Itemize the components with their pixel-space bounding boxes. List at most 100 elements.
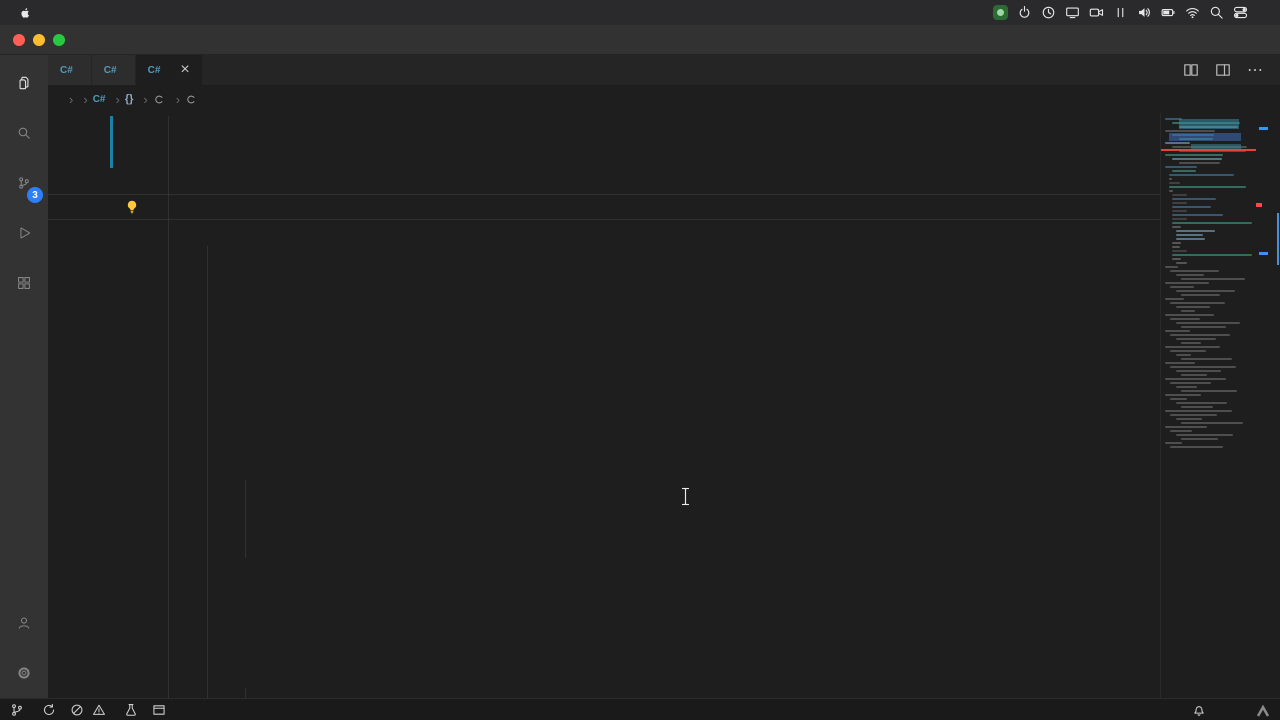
wifi-icon[interactable] bbox=[1180, 0, 1204, 25]
code-row[interactable] bbox=[48, 454, 1280, 480]
code-row[interactable] bbox=[48, 480, 1280, 506]
udemy-watermark bbox=[1256, 704, 1274, 718]
indent-guide bbox=[168, 506, 169, 532]
tab-pagedlist-cs[interactable]: C# bbox=[48, 55, 92, 85]
spotlight-icon[interactable] bbox=[1204, 0, 1228, 25]
csharp-file-icon: C# bbox=[147, 64, 161, 76]
code-row[interactable] bbox=[48, 142, 1280, 168]
warning-icon bbox=[92, 703, 106, 717]
code-line-content bbox=[168, 168, 1280, 194]
green-app-icon[interactable] bbox=[988, 0, 1012, 25]
indent-guide bbox=[168, 220, 169, 246]
overview-cursor-mark bbox=[1277, 213, 1279, 265]
activity-bar-item-search[interactable] bbox=[0, 108, 48, 158]
indent-guide bbox=[168, 246, 169, 272]
video-icon[interactable] bbox=[1084, 0, 1108, 25]
editor-layout-icon[interactable] bbox=[1215, 62, 1231, 78]
battery-icon[interactable] bbox=[1156, 0, 1180, 25]
editor-gutter bbox=[48, 246, 168, 272]
activity-bar-item-accounts[interactable] bbox=[0, 598, 48, 648]
minimap-error-marker bbox=[1161, 149, 1257, 151]
code-row[interactable] bbox=[48, 636, 1280, 662]
indent-guide bbox=[206, 610, 208, 636]
code-row[interactable] bbox=[48, 194, 1280, 220]
power-icon[interactable] bbox=[1012, 0, 1036, 25]
code-row[interactable] bbox=[48, 428, 1280, 454]
code-row[interactable] bbox=[48, 662, 1280, 688]
pause-icon[interactable] bbox=[1108, 0, 1132, 25]
breadcrumb-item[interactable]: C# bbox=[93, 94, 111, 105]
indent-guide bbox=[206, 506, 208, 532]
code-row[interactable] bbox=[48, 324, 1280, 350]
minimize-window-button[interactable] bbox=[33, 33, 45, 46]
display-icon[interactable] bbox=[1060, 0, 1084, 25]
editor-gutter bbox=[48, 558, 168, 584]
indent-guide bbox=[168, 168, 169, 194]
codelens-row[interactable] bbox=[48, 402, 1280, 428]
sync-icon bbox=[42, 703, 56, 717]
editor-gutter bbox=[48, 272, 168, 298]
control-center-icon[interactable] bbox=[1228, 0, 1252, 25]
codelens-row[interactable] bbox=[48, 168, 1280, 194]
activity-bar-item-run-debug[interactable] bbox=[0, 208, 48, 258]
more-actions-icon[interactable]: ⋯ bbox=[1247, 60, 1264, 80]
code-row[interactable] bbox=[48, 116, 1280, 142]
code-line-content bbox=[168, 194, 1280, 220]
editor-gutter bbox=[48, 688, 168, 698]
split-editor-icon[interactable] bbox=[1183, 62, 1199, 78]
code-editor[interactable] bbox=[48, 113, 1280, 698]
branch-indicator[interactable] bbox=[10, 703, 28, 717]
code-row[interactable] bbox=[48, 272, 1280, 298]
breadcrumb-item[interactable] bbox=[153, 93, 171, 106]
breadcrumb-item[interactable] bbox=[185, 93, 203, 106]
code-line-content bbox=[168, 324, 1280, 350]
code-row[interactable] bbox=[48, 376, 1280, 402]
close-window-button[interactable] bbox=[13, 33, 25, 46]
breadcrumb: › › C# › {} › › bbox=[48, 85, 1280, 113]
activity-bar-item-explorer[interactable] bbox=[0, 58, 48, 108]
test-beaker-button[interactable] bbox=[124, 703, 138, 717]
notifications-bell[interactable] bbox=[1192, 703, 1206, 717]
codelens-row[interactable] bbox=[48, 610, 1280, 636]
close-tab-icon[interactable]: × bbox=[180, 62, 189, 78]
codelens-row[interactable] bbox=[48, 298, 1280, 324]
editor-gutter bbox=[48, 298, 168, 324]
codelens-row[interactable] bbox=[48, 246, 1280, 272]
indent-guide bbox=[206, 298, 208, 324]
window-controls bbox=[13, 33, 65, 46]
lightbulb-icon[interactable] bbox=[124, 199, 140, 215]
zoom-window-button[interactable] bbox=[53, 33, 65, 46]
indent-guide bbox=[168, 610, 169, 636]
minimap-highlight bbox=[1169, 133, 1241, 141]
activity-bar-item-settings[interactable] bbox=[0, 648, 48, 698]
code-row[interactable] bbox=[48, 688, 1280, 698]
clock-icon[interactable] bbox=[1036, 0, 1060, 25]
class-symbol-icon bbox=[185, 93, 198, 106]
minimap[interactable] bbox=[1160, 113, 1257, 698]
code-row[interactable] bbox=[48, 558, 1280, 584]
activity-bar-item-extensions[interactable] bbox=[0, 258, 48, 308]
indent-guide bbox=[168, 142, 169, 168]
bell-icon bbox=[1192, 703, 1206, 717]
sync-button[interactable] bbox=[42, 703, 56, 717]
code-row[interactable] bbox=[48, 220, 1280, 246]
code-line-content bbox=[168, 298, 1280, 324]
volume-icon[interactable] bbox=[1132, 0, 1156, 25]
tab-pagingparams-cs[interactable]: C# bbox=[91, 55, 136, 85]
code-row[interactable] bbox=[48, 506, 1280, 532]
breadcrumb-separator-icon: › bbox=[115, 91, 120, 107]
activity-bar-item-source-control[interactable]: 3 bbox=[0, 158, 48, 208]
vscode-titlebar[interactable] bbox=[0, 25, 1280, 55]
breadcrumb-item[interactable]: {} bbox=[125, 93, 139, 105]
editor-gutter bbox=[48, 324, 168, 350]
overview-ruler[interactable] bbox=[1256, 113, 1280, 698]
solution-indicator[interactable] bbox=[152, 703, 170, 717]
extensions-icon bbox=[17, 276, 31, 290]
indent-guide bbox=[206, 532, 208, 558]
code-row[interactable] bbox=[48, 532, 1280, 558]
codelens-row[interactable] bbox=[48, 350, 1280, 376]
tab-list-cs[interactable]: C# × bbox=[135, 55, 203, 85]
apple-menu[interactable] bbox=[10, 6, 40, 20]
problems-indicator[interactable] bbox=[70, 703, 110, 717]
code-row[interactable] bbox=[48, 584, 1280, 610]
